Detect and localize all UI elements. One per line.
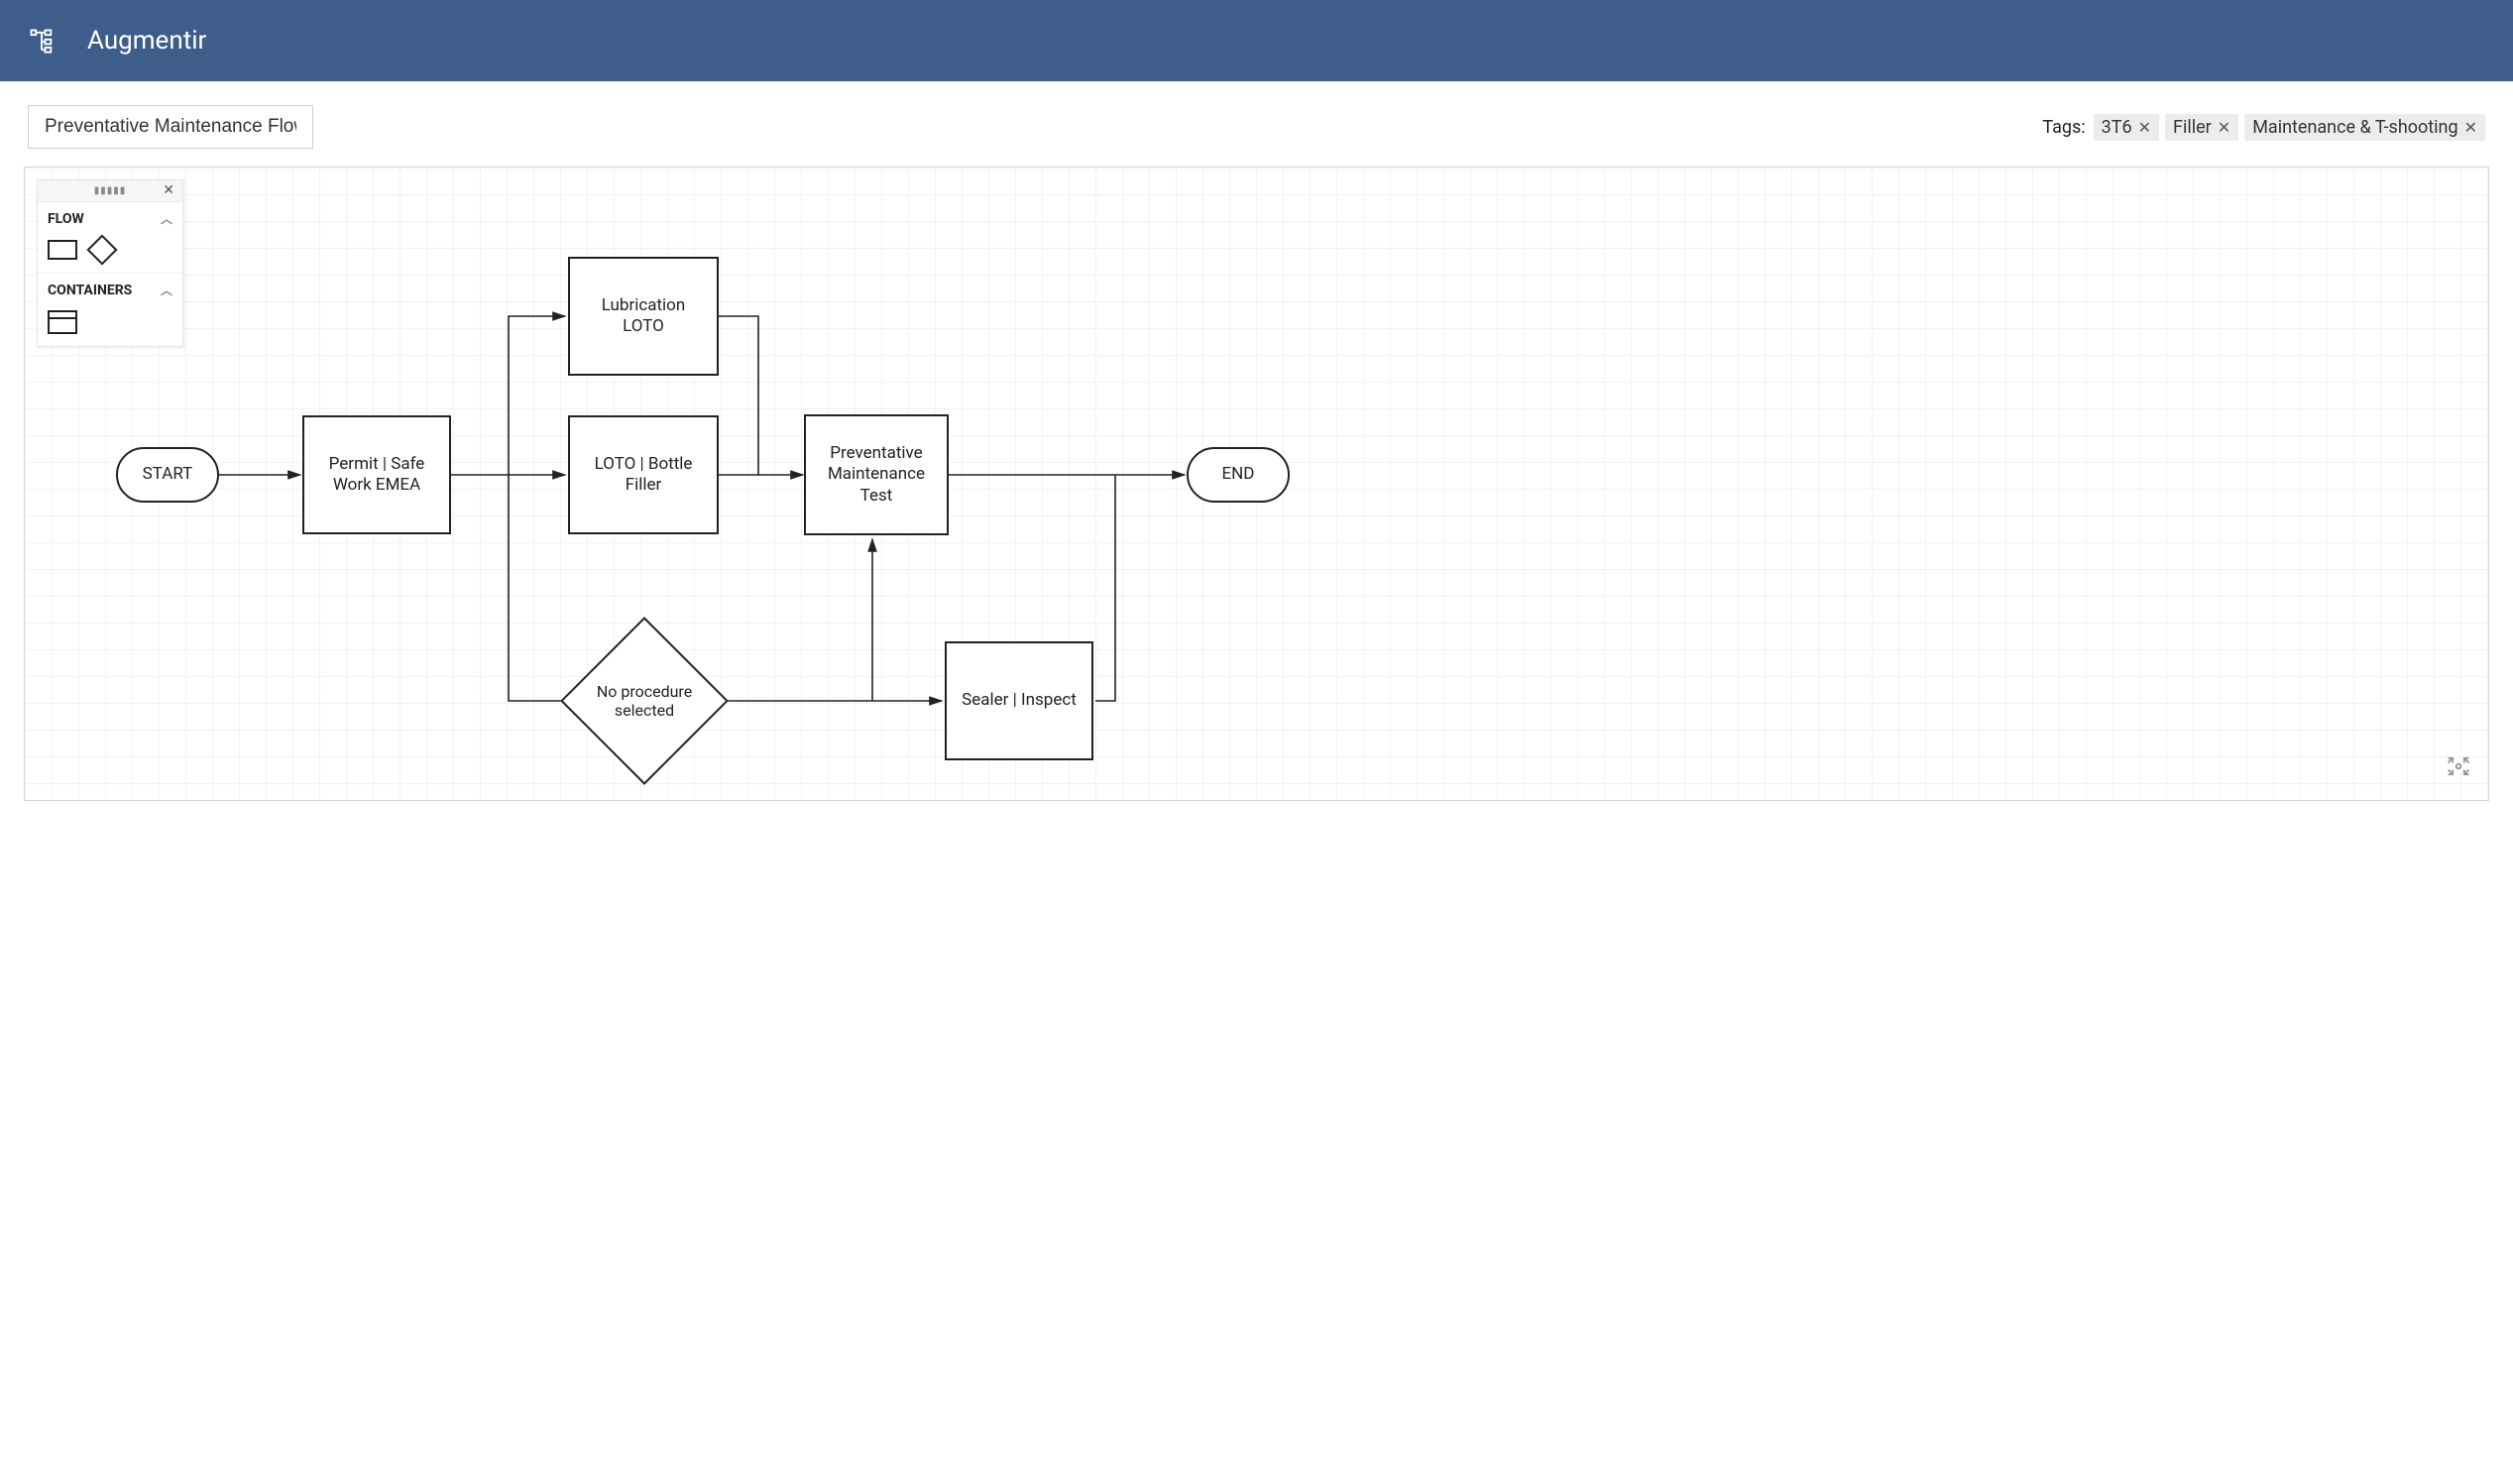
node-loto-filler[interactable]: LOTO | Bottle Filler xyxy=(568,415,719,534)
app-header: Augmentir xyxy=(0,0,2513,81)
node-label: No procedure selected xyxy=(585,641,704,760)
node-end[interactable]: END xyxy=(1187,447,1290,503)
fit-to-screen-icon[interactable] xyxy=(2445,752,2472,784)
chevron-up-icon: ︿ xyxy=(161,282,172,298)
node-pm-test[interactable]: Preventative Maintenance Test xyxy=(804,414,949,535)
node-sealer[interactable]: Sealer | Inspect xyxy=(945,641,1093,760)
section-label: CONTAINERS xyxy=(48,283,132,298)
node-label: LOTO | Bottle Filler xyxy=(580,454,707,497)
palette-section-containers[interactable]: CONTAINERS ︿ xyxy=(38,273,182,306)
shape-container[interactable] xyxy=(48,310,77,334)
node-label: Lubrication LOTO xyxy=(580,295,707,338)
tag-maintenance[interactable]: Maintenance & T-shooting ✕ xyxy=(2244,114,2485,141)
tag-3t6[interactable]: 3T6 ✕ xyxy=(2094,114,2159,141)
tag-filler[interactable]: Filler ✕ xyxy=(2165,114,2238,141)
tag-label: 3T6 xyxy=(2102,117,2132,138)
node-start[interactable]: START xyxy=(116,447,219,503)
section-label: FLOW xyxy=(48,211,84,227)
toolbar: Tags: 3T6 ✕ Filler ✕ Maintenance & T-sho… xyxy=(0,81,2513,167)
shape-palette[interactable]: ▮▮▮▮▮ ✕ FLOW ︿ CONTAINERS ︿ xyxy=(37,179,183,347)
node-label: START xyxy=(143,464,193,485)
tag-label: Filler xyxy=(2173,117,2212,138)
palette-section-flow[interactable]: FLOW ︿ xyxy=(38,202,182,235)
node-label: END xyxy=(1222,464,1255,485)
close-icon[interactable]: ✕ xyxy=(2138,118,2151,137)
tree-icon xyxy=(28,27,56,55)
flow-title-input[interactable] xyxy=(28,105,313,149)
chevron-up-icon: ︿ xyxy=(161,210,172,227)
close-icon[interactable]: ✕ xyxy=(2464,118,2477,137)
node-no-procedure[interactable]: No procedure selected xyxy=(585,641,704,760)
node-lubrication[interactable]: Lubrication LOTO xyxy=(568,257,719,376)
app-name: Augmentir xyxy=(87,26,206,56)
close-icon[interactable]: ✕ xyxy=(2218,118,2230,137)
shape-diamond[interactable] xyxy=(86,234,117,265)
flow-shapes xyxy=(38,235,182,273)
container-shapes xyxy=(38,306,182,346)
drag-handle-icon[interactable]: ▮▮▮▮▮ xyxy=(94,185,127,196)
node-label: Preventative Maintenance Test xyxy=(816,443,937,507)
tags-row: Tags: 3T6 ✕ Filler ✕ Maintenance & T-sho… xyxy=(2042,114,2485,141)
tags-label: Tags: xyxy=(2042,117,2085,138)
palette-header[interactable]: ▮▮▮▮▮ ✕ xyxy=(38,180,182,202)
close-icon[interactable]: ✕ xyxy=(163,182,174,198)
node-label: Permit | Safe Work EMEA xyxy=(314,454,439,497)
node-permit[interactable]: Permit | Safe Work EMEA xyxy=(302,415,451,534)
node-label: Sealer | Inspect xyxy=(962,690,1077,711)
tag-label: Maintenance & T-shooting xyxy=(2252,117,2457,138)
shape-rectangle[interactable] xyxy=(48,240,77,260)
flow-canvas[interactable]: ▮▮▮▮▮ ✕ FLOW ︿ CONTAINERS ︿ START Permit… xyxy=(24,167,2489,801)
